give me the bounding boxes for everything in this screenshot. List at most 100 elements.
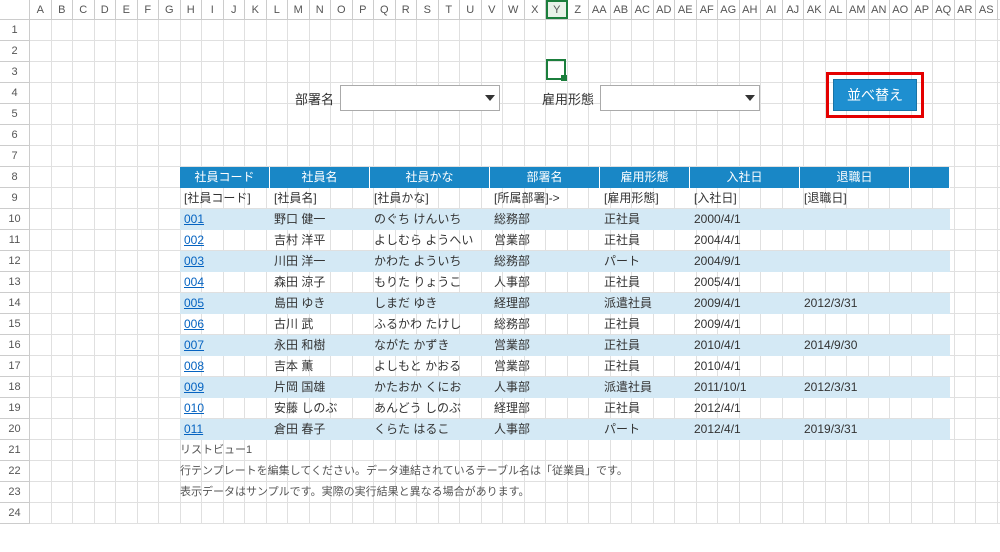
table-cell[interactable]: 006 [180, 314, 270, 335]
col-header-AA[interactable]: AA [589, 0, 611, 19]
col-header-X[interactable]: X [525, 0, 547, 19]
col-header-S[interactable]: S [417, 0, 439, 19]
row-header-4[interactable]: 4 [0, 83, 30, 104]
col-header-AL[interactable]: AL [826, 0, 848, 19]
table-cell[interactable]: 004 [180, 272, 270, 293]
col-header-AQ[interactable]: AQ [933, 0, 955, 19]
table-cell: [退職日] [800, 188, 910, 209]
col-header-U[interactable]: U [460, 0, 482, 19]
col-header-F[interactable]: F [138, 0, 160, 19]
col-header-L[interactable]: L [267, 0, 289, 19]
table-cell[interactable]: 001 [180, 209, 270, 230]
table-cell[interactable]: 005 [180, 293, 270, 314]
col-header-AB[interactable]: AB [611, 0, 633, 19]
row-header-12[interactable]: 12 [0, 251, 30, 272]
table-cell: 森田 涼子 [270, 272, 370, 293]
col-header-AK[interactable]: AK [804, 0, 826, 19]
table-header-cell [910, 167, 950, 188]
table-cell [800, 314, 910, 335]
col-header-AO[interactable]: AO [890, 0, 912, 19]
row-header-23[interactable]: 23 [0, 482, 30, 503]
col-header-M[interactable]: M [288, 0, 310, 19]
row-header-14[interactable]: 14 [0, 293, 30, 314]
col-header-D[interactable]: D [95, 0, 117, 19]
table-cell: [所属部署]-> [490, 188, 600, 209]
table-cell: 吉村 洋平 [270, 230, 370, 251]
col-header-K[interactable]: K [245, 0, 267, 19]
col-header-R[interactable]: R [396, 0, 418, 19]
col-header-AI[interactable]: AI [761, 0, 783, 19]
col-header-T[interactable]: T [439, 0, 461, 19]
col-header-N[interactable]: N [310, 0, 332, 19]
col-header-A[interactable]: A [30, 0, 52, 19]
table-cell[interactable]: 007 [180, 335, 270, 356]
col-header-V[interactable]: V [482, 0, 504, 19]
row-header-3[interactable]: 3 [0, 62, 30, 83]
dept-combo[interactable] [340, 85, 500, 111]
row-header-8[interactable]: 8 [0, 167, 30, 188]
table-cell: あんどう しのぶ [370, 398, 490, 419]
col-header-H[interactable]: H [181, 0, 203, 19]
table-cell: 正社員 [600, 314, 690, 335]
table-cell: 正社員 [600, 272, 690, 293]
row-header-13[interactable]: 13 [0, 272, 30, 293]
col-header-AG[interactable]: AG [718, 0, 740, 19]
col-header-J[interactable]: J [224, 0, 246, 19]
col-header-AS[interactable]: AS [976, 0, 998, 19]
table-cell[interactable]: 002 [180, 230, 270, 251]
table-cell[interactable]: 009 [180, 377, 270, 398]
col-header-B[interactable]: B [52, 0, 74, 19]
col-header-AN[interactable]: AN [869, 0, 891, 19]
row-header-17[interactable]: 17 [0, 356, 30, 377]
footnotes: リストビュー1行テンプレートを編集してください。データ連結されているテーブル名は… [180, 440, 628, 503]
row-header-7[interactable]: 7 [0, 146, 30, 167]
col-header-AF[interactable]: AF [697, 0, 719, 19]
col-header-Z[interactable]: Z [568, 0, 590, 19]
col-header-C[interactable]: C [73, 0, 95, 19]
emptype-label: 雇用形態 [530, 89, 600, 108]
table-cell[interactable]: 010 [180, 398, 270, 419]
table-cell[interactable]: 003 [180, 251, 270, 272]
col-header-I[interactable]: I [202, 0, 224, 19]
table-cell: 川田 洋一 [270, 251, 370, 272]
col-header-AC[interactable]: AC [632, 0, 654, 19]
col-header-AH[interactable]: AH [740, 0, 762, 19]
footnote-line: 表示データはサンプルです。実際の実行結果と異なる場合があります。 [180, 482, 628, 503]
col-header-Q[interactable]: Q [374, 0, 396, 19]
col-header-AJ[interactable]: AJ [783, 0, 805, 19]
col-header-AE[interactable]: AE [675, 0, 697, 19]
row-header-10[interactable]: 10 [0, 209, 30, 230]
row-header-11[interactable]: 11 [0, 230, 30, 251]
col-header-AR[interactable]: AR [955, 0, 977, 19]
col-header-P[interactable]: P [353, 0, 375, 19]
row-header-6[interactable]: 6 [0, 125, 30, 146]
table-cell[interactable]: 011 [180, 419, 270, 440]
col-header-AP[interactable]: AP [912, 0, 934, 19]
row-header-9[interactable]: 9 [0, 188, 30, 209]
col-header-G[interactable]: G [159, 0, 181, 19]
col-header-Y[interactable]: Y [546, 0, 568, 19]
row-header-19[interactable]: 19 [0, 398, 30, 419]
row-header-21[interactable]: 21 [0, 440, 30, 461]
table-cell: 正社員 [600, 209, 690, 230]
row-header-20[interactable]: 20 [0, 419, 30, 440]
select-all-corner[interactable] [0, 0, 30, 19]
sort-button[interactable]: 並べ替え [833, 79, 917, 111]
table-cell[interactable]: 008 [180, 356, 270, 377]
row-header-16[interactable]: 16 [0, 335, 30, 356]
table-header-cell: 退職日 [800, 167, 910, 188]
row-header-1[interactable]: 1 [0, 20, 30, 41]
col-header-AD[interactable]: AD [654, 0, 676, 19]
emptype-combo[interactable] [600, 85, 760, 111]
table-cell: 永田 和樹 [270, 335, 370, 356]
row-header-22[interactable]: 22 [0, 461, 30, 482]
col-header-AM[interactable]: AM [847, 0, 869, 19]
col-header-E[interactable]: E [116, 0, 138, 19]
row-header-15[interactable]: 15 [0, 314, 30, 335]
row-header-5[interactable]: 5 [0, 104, 30, 125]
row-header-24[interactable]: 24 [0, 503, 30, 524]
row-header-2[interactable]: 2 [0, 41, 30, 62]
col-header-O[interactable]: O [331, 0, 353, 19]
col-header-W[interactable]: W [503, 0, 525, 19]
row-header-18[interactable]: 18 [0, 377, 30, 398]
